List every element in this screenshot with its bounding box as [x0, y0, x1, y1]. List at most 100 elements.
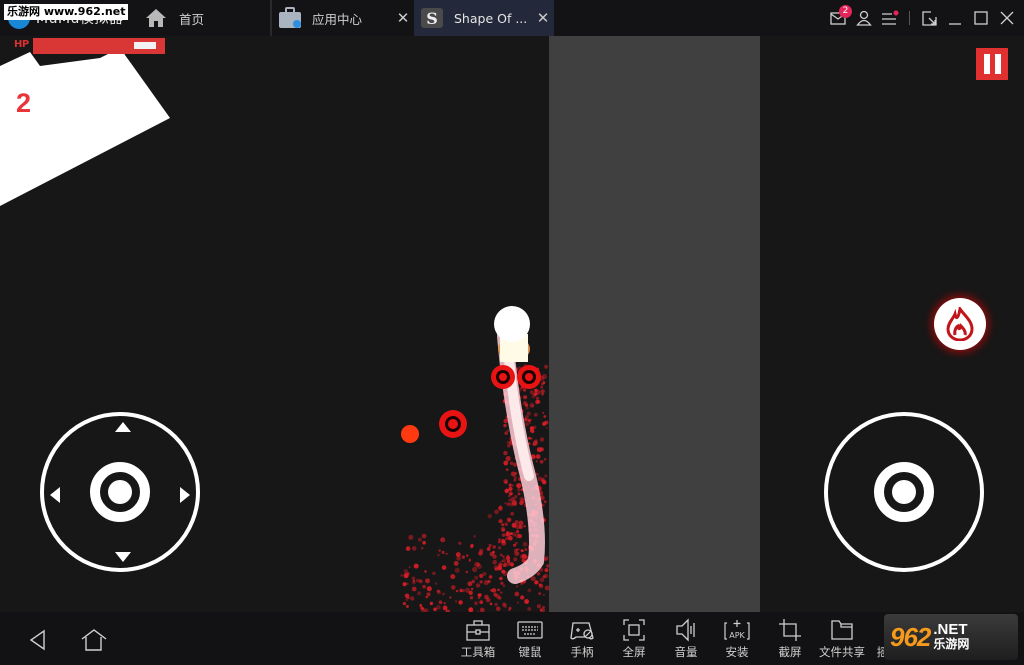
volume-icon: [676, 618, 695, 642]
gamepad-button[interactable]: 手柄: [556, 618, 608, 662]
red-particle: [418, 579, 423, 584]
red-particle: [512, 462, 517, 467]
red-particle: [513, 557, 518, 562]
red-particle: [495, 606, 501, 612]
red-particle: [530, 404, 534, 408]
red-particle: [544, 585, 550, 591]
red-particle: [493, 592, 498, 597]
maximize-button[interactable]: [968, 0, 994, 36]
red-particle: [515, 533, 521, 539]
menu-button[interactable]: [877, 0, 903, 36]
red-particle: [474, 601, 478, 605]
tab-app-center[interactable]: 应用中心 ✕: [272, 0, 414, 36]
red-particle: [510, 511, 515, 516]
red-particle: [418, 537, 422, 542]
red-particle: [523, 525, 526, 528]
red-particle: [524, 599, 530, 604]
red-particle: [438, 549, 441, 552]
red-particle: [503, 460, 509, 466]
red-particle: [415, 578, 420, 583]
apk-install-icon: APK: [724, 620, 750, 640]
red-particle: [497, 540, 501, 544]
red-particle: [525, 406, 529, 410]
close-window-button[interactable]: [994, 0, 1020, 36]
red-particle: [429, 601, 434, 606]
screenshot-button[interactable]: 截屏: [764, 618, 816, 662]
red-particle: [458, 541, 462, 545]
red-particle: [450, 574, 456, 580]
fullscreen-button[interactable]: 全屏: [608, 618, 660, 662]
android-home-button[interactable]: [80, 626, 108, 654]
enemy-dot: [401, 425, 419, 443]
red-particle: [505, 468, 509, 472]
red-particle: [494, 602, 498, 607]
red-particle: [540, 385, 544, 389]
red-particle: [420, 546, 424, 550]
red-particle: [522, 400, 528, 406]
tab-close-icon[interactable]: ✕: [392, 9, 414, 27]
red-particle: [436, 589, 440, 593]
tab-shape-of[interactable]: S Shape Of ... ✕: [414, 0, 554, 36]
red-particle: [408, 566, 411, 569]
back-button[interactable]: [26, 626, 54, 654]
red-particle: [506, 561, 511, 567]
red-particle: [455, 552, 461, 558]
red-particle: [426, 586, 432, 592]
red-particle: [488, 543, 492, 547]
joystick-knob[interactable]: [90, 462, 150, 522]
resize-button[interactable]: [916, 0, 942, 36]
game-viewport[interactable]: HP 2: [0, 36, 1024, 612]
volume-button[interactable]: 音量: [660, 618, 712, 662]
mail-button[interactable]: 2: [825, 0, 852, 36]
home-outline-icon: [81, 629, 107, 651]
red-particle: [523, 418, 527, 421]
user-button[interactable]: [851, 0, 877, 36]
tab-close-icon[interactable]: ✕: [532, 9, 554, 27]
minimize-button[interactable]: [942, 0, 968, 36]
red-particle: [442, 605, 448, 611]
keyboard-mouse-button[interactable]: 键鼠: [504, 618, 556, 662]
red-particle: [497, 596, 502, 600]
red-particle: [539, 437, 545, 442]
red-particle: [538, 592, 542, 595]
movement-joystick[interactable]: [40, 412, 200, 572]
red-particle: [502, 555, 505, 558]
red-particle: [517, 492, 521, 496]
toolbox-button[interactable]: 工具箱: [452, 618, 504, 662]
separator: [909, 11, 910, 25]
minimize-icon: [949, 23, 961, 25]
red-particle: [504, 488, 510, 494]
red-particle: [433, 607, 437, 612]
enemy-target: [517, 365, 541, 389]
bottom-toolbar: 工具箱 键鼠 手柄 全屏 音量 APK 安装 截屏 文件共享 摇一摇: [0, 612, 1024, 665]
watermark-cn: 乐游网: [933, 637, 970, 651]
fire-button[interactable]: [934, 298, 986, 350]
aim-joystick[interactable]: [824, 412, 984, 572]
joystick-knob[interactable]: [874, 462, 934, 522]
file-share-button[interactable]: 文件共享: [816, 618, 868, 662]
tab-shape-of-label: Shape Of ...: [454, 10, 528, 26]
red-particle: [455, 589, 459, 593]
crop-icon: [779, 619, 801, 641]
red-particle: [410, 596, 415, 601]
red-particle: [536, 400, 539, 403]
red-particle: [411, 576, 416, 580]
red-particle: [531, 394, 536, 399]
red-particle: [517, 548, 520, 551]
svg-text:S: S: [426, 9, 438, 28]
red-particle: [514, 591, 520, 597]
arrow-right-icon: [180, 487, 190, 503]
red-particle: [417, 591, 422, 596]
red-particle: [518, 520, 524, 526]
red-particle: [455, 600, 458, 603]
red-particle: [470, 587, 474, 591]
tab-home[interactable]: 首页: [140, 0, 270, 36]
install-apk-button[interactable]: APK 安装: [711, 618, 763, 662]
red-particle: [535, 396, 540, 400]
red-particle: [411, 546, 417, 551]
red-particle: [526, 411, 531, 416]
red-particle: [461, 555, 465, 559]
fullscreen-label: 全屏: [622, 645, 646, 659]
red-particle: [489, 551, 494, 557]
red-particle: [437, 553, 440, 557]
